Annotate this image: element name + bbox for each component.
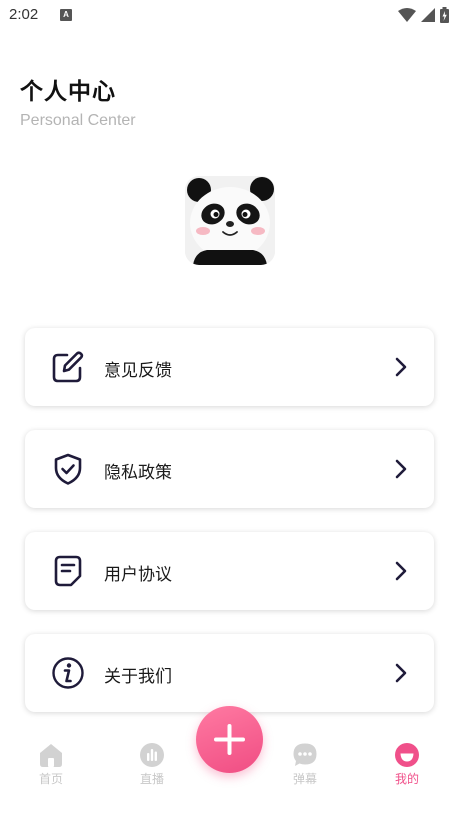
tab-label: 直播 bbox=[139, 772, 164, 786]
live-icon bbox=[140, 743, 164, 767]
tab-live[interactable]: 直播 bbox=[122, 742, 182, 787]
tab-label: 弹幕 bbox=[292, 772, 317, 786]
wifi-icon bbox=[398, 8, 416, 22]
status-bar: 2:02 A bbox=[0, 0, 459, 32]
tab-home[interactable]: 首页 bbox=[21, 742, 81, 787]
menu-item-label: 隐私政策 bbox=[104, 463, 172, 483]
tab-danmaku[interactable]: 弹幕 bbox=[275, 742, 335, 787]
shield-check-icon bbox=[54, 453, 82, 485]
tab-label: 首页 bbox=[38, 772, 63, 786]
signal-icon bbox=[421, 8, 435, 22]
notification-badge-icon: A bbox=[60, 9, 72, 21]
feedback-edit-icon bbox=[52, 351, 84, 383]
add-button[interactable] bbox=[196, 706, 263, 773]
status-time: 2:02 bbox=[9, 6, 39, 23]
document-icon bbox=[54, 555, 82, 587]
battery-icon bbox=[440, 7, 449, 23]
info-icon bbox=[52, 657, 84, 689]
panda-avatar-icon bbox=[185, 176, 275, 265]
menu-item-feedback[interactable]: 意见反馈 bbox=[25, 328, 434, 406]
danmaku-chat-icon bbox=[293, 743, 317, 766]
profile-smile-icon bbox=[395, 743, 419, 767]
plus-icon bbox=[214, 724, 245, 755]
chevron-right-icon bbox=[395, 663, 407, 683]
menu-item-label: 意见反馈 bbox=[104, 361, 172, 381]
menu-item-user-agreement[interactable]: 用户协议 bbox=[25, 532, 434, 610]
home-icon bbox=[40, 744, 62, 767]
page-title: 个人中心 bbox=[20, 79, 116, 105]
menu-item-privacy[interactable]: 隐私政策 bbox=[25, 430, 434, 508]
avatar[interactable] bbox=[185, 176, 275, 265]
page-subtitle: Personal Center bbox=[20, 112, 136, 129]
menu-list: 意见反馈 隐私政策 用户协议 关于我们 bbox=[25, 328, 434, 736]
tab-mine[interactable]: 我的 bbox=[377, 742, 437, 787]
menu-item-about-us[interactable]: 关于我们 bbox=[25, 634, 434, 712]
chevron-right-icon bbox=[395, 357, 407, 377]
status-icons bbox=[398, 6, 449, 24]
menu-item-label: 用户协议 bbox=[104, 565, 172, 585]
page-header: 个人中心 Personal Center bbox=[20, 72, 136, 130]
chevron-right-icon bbox=[395, 561, 407, 581]
chevron-right-icon bbox=[395, 459, 407, 479]
menu-item-label: 关于我们 bbox=[104, 667, 172, 687]
tab-label: 我的 bbox=[394, 772, 419, 786]
